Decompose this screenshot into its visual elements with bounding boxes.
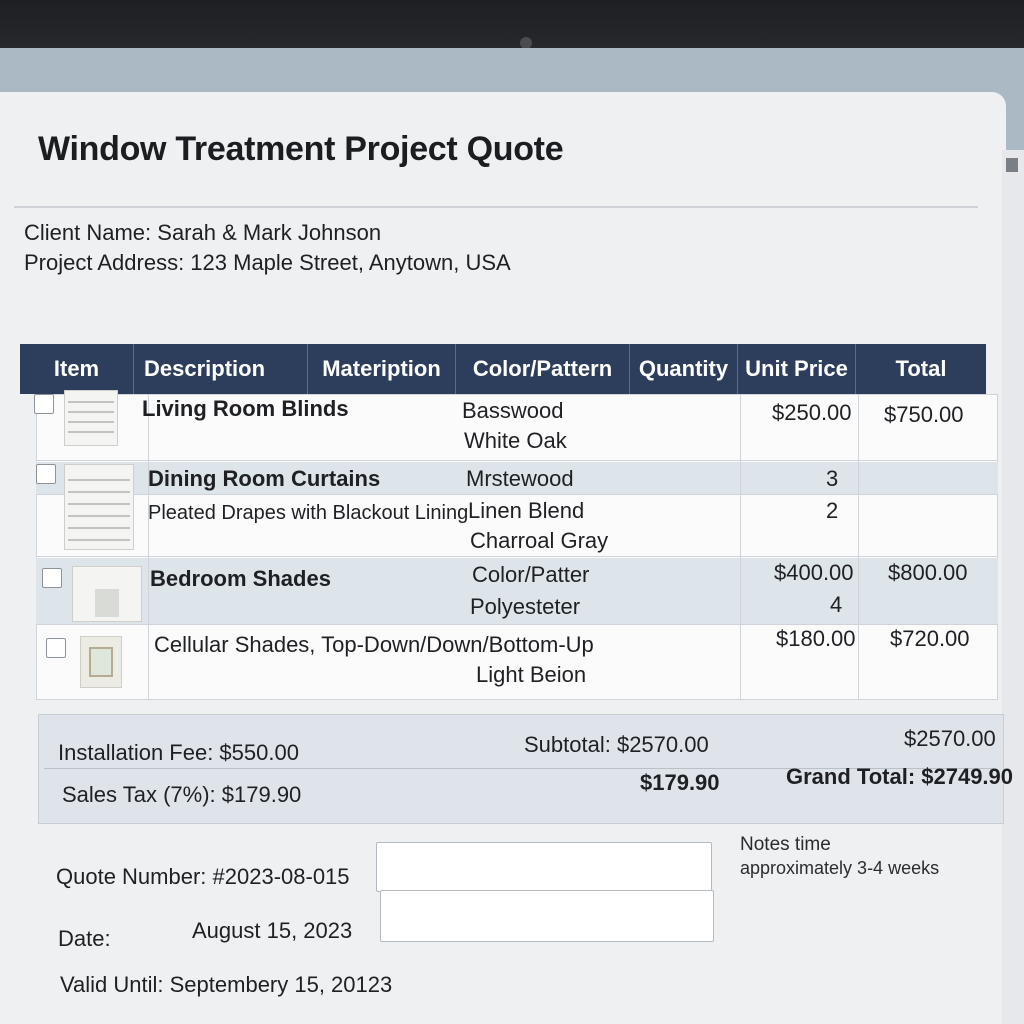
color-value: White Oak bbox=[464, 428, 567, 453]
row-divider bbox=[36, 556, 998, 557]
material-value: Linen Blend bbox=[468, 498, 585, 523]
subtotal: Subtotal: $2570.00 bbox=[524, 732, 709, 757]
title-divider bbox=[14, 206, 978, 208]
valid-until: Valid Until: Septembery 15, 20123 bbox=[60, 972, 393, 997]
column-divider bbox=[858, 394, 859, 700]
material-value: Color/Patter bbox=[472, 562, 590, 587]
header-material: Mateription bbox=[308, 344, 456, 394]
tax-value: $179.90 bbox=[640, 770, 720, 795]
window-thumbnail bbox=[80, 636, 122, 688]
quantity-value: 3 bbox=[826, 466, 839, 491]
quantity-value: 2 bbox=[826, 498, 839, 523]
page-title: Window Treatment Project Quote bbox=[38, 130, 564, 168]
item-name: Living Room Blinds bbox=[142, 396, 349, 421]
column-divider bbox=[148, 394, 149, 700]
date-label: Date: bbox=[58, 926, 111, 951]
row-checkbox[interactable] bbox=[42, 568, 62, 588]
table-header: Item Description Mateription Color/Patte… bbox=[20, 344, 986, 394]
notes-title: Notes time bbox=[740, 834, 831, 855]
notes-text: approximately 3-4 weeks bbox=[740, 858, 940, 878]
row-checkbox[interactable] bbox=[34, 394, 54, 414]
color-value: Charroal Gray bbox=[470, 528, 609, 553]
header-unit-price: Unit Price bbox=[738, 344, 856, 394]
sales-tax: Sales Tax (7%): $179.90 bbox=[62, 782, 302, 807]
date-value: August 15, 2023 bbox=[192, 918, 353, 943]
column-divider bbox=[740, 394, 741, 700]
row-total: $720.00 bbox=[890, 626, 970, 651]
row-divider bbox=[36, 460, 998, 461]
row-divider bbox=[36, 624, 998, 625]
material-value: Basswood bbox=[462, 398, 564, 423]
grand-total: Grand Total: $2749.90 bbox=[786, 764, 1014, 789]
project-address: Project Address: 123 Maple Street, Anyto… bbox=[24, 250, 511, 275]
header-description: Description bbox=[134, 344, 308, 394]
item-name: Dining Room Curtains bbox=[148, 466, 381, 491]
date-field[interactable] bbox=[380, 890, 714, 942]
unit-price: $250.00 bbox=[772, 400, 852, 425]
quote-number: Quote Number: #2023-08-015 bbox=[56, 864, 350, 889]
scrollbar-thumb[interactable] bbox=[1006, 158, 1018, 172]
client-name: Client Name: Sarah & Mark Johnson bbox=[24, 220, 382, 245]
row-total: $750.00 bbox=[884, 402, 964, 427]
unit-price: $400.00 bbox=[774, 560, 854, 585]
item-description: Pleated Drapes with Blackout Lining bbox=[148, 502, 469, 524]
item-name: Bedroom Shades bbox=[150, 566, 331, 591]
row-checkbox[interactable] bbox=[36, 464, 56, 484]
installation-fee: Installation Fee: $550.00 bbox=[58, 740, 299, 765]
curtains-thumbnail bbox=[64, 464, 134, 550]
header-item: Item bbox=[20, 344, 134, 394]
row-total: $800.00 bbox=[888, 560, 968, 585]
row-divider bbox=[36, 494, 998, 495]
subtotal-value: $2570.00 bbox=[904, 726, 996, 751]
header-quantity: Quantity bbox=[630, 344, 738, 394]
header-color-pattern: Color/Pattern bbox=[456, 344, 630, 394]
scrollbar[interactable] bbox=[1002, 150, 1024, 1024]
material-value: Mrstewood bbox=[466, 466, 574, 491]
material-value: Polyesteter bbox=[470, 594, 581, 619]
unit-price: $180.00 bbox=[776, 626, 856, 651]
color-value: Light Beion bbox=[476, 662, 587, 687]
header-total: Total bbox=[895, 356, 947, 381]
item-description: Cellular Shades, Top-Down/Down/Bottom-Up bbox=[154, 632, 594, 657]
blinds-thumbnail bbox=[64, 390, 118, 446]
quantity-value: 4 bbox=[830, 592, 843, 617]
shades-thumbnail bbox=[72, 566, 142, 622]
row-checkbox[interactable] bbox=[46, 638, 66, 658]
quote-number-field[interactable] bbox=[376, 842, 712, 892]
